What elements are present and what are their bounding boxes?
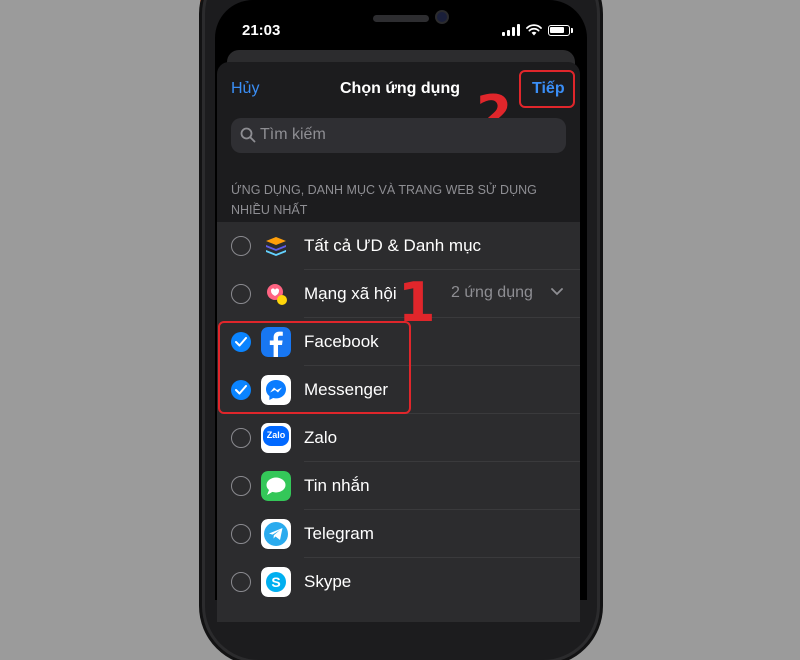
skype-icon: S — [261, 567, 291, 597]
svg-text:S: S — [271, 574, 280, 590]
list-item-messages[interactable]: Tin nhắn — [217, 462, 580, 510]
search-icon — [240, 127, 256, 143]
search-placeholder: Tìm kiếm — [260, 126, 326, 143]
cancel-button[interactable]: Hủy — [231, 80, 259, 98]
battery-tip — [571, 27, 573, 33]
background-left — [0, 0, 210, 600]
battery-icon — [548, 24, 570, 36]
radio-unchecked[interactable] — [231, 524, 251, 544]
speaker-grille — [373, 15, 429, 22]
wifi-icon — [526, 24, 542, 36]
radio-unchecked[interactable] — [231, 236, 251, 256]
list-item-skype[interactable]: S Skype — [217, 558, 580, 606]
zalo-icon: Zalo — [261, 423, 291, 453]
list-item-telegram[interactable]: Telegram — [217, 510, 580, 558]
radio-unchecked[interactable] — [231, 572, 251, 592]
list-item-label: Tin nhắn — [304, 476, 370, 495]
status-icons — [502, 24, 573, 36]
front-camera — [437, 12, 447, 22]
chevron-down-icon[interactable] — [551, 288, 563, 296]
section-header: ỨNG DỤNG, DANH MỤC VÀ TRANG WEB SỬ DỤNG … — [231, 183, 537, 217]
list-item-label: Mạng xã hội — [304, 284, 397, 303]
status-time: 21:03 — [242, 22, 281, 39]
page-title: Chọn ứng dụng — [340, 80, 460, 97]
radio-unchecked[interactable] — [231, 428, 251, 448]
messages-icon — [261, 471, 291, 501]
cellular-signal-icon — [502, 24, 520, 36]
list-item-all-apps[interactable]: Tất cả ƯD & Danh mục — [217, 222, 580, 270]
background-right — [590, 0, 800, 600]
list-item-label: Zalo — [304, 428, 338, 447]
annotation-marker-1: 1 — [398, 271, 436, 334]
social-icon — [267, 284, 287, 305]
radio-unchecked[interactable] — [231, 476, 251, 496]
zalo-icon-text: Zalo — [266, 430, 286, 440]
annotation-box-next — [519, 70, 575, 108]
list-item-label: Skype — [304, 572, 352, 591]
list-item-label: Tất cả ƯD & Danh mục — [304, 236, 482, 255]
radio-unchecked[interactable] — [231, 284, 251, 304]
annotation-box-selected-apps — [218, 321, 411, 414]
telegram-icon — [261, 519, 291, 549]
app-count: 2 ứng dụng — [451, 284, 533, 301]
stack-icon — [266, 237, 286, 256]
list-item-label: Telegram — [304, 524, 374, 543]
list-item-zalo[interactable]: Zalo Zalo — [217, 414, 580, 462]
